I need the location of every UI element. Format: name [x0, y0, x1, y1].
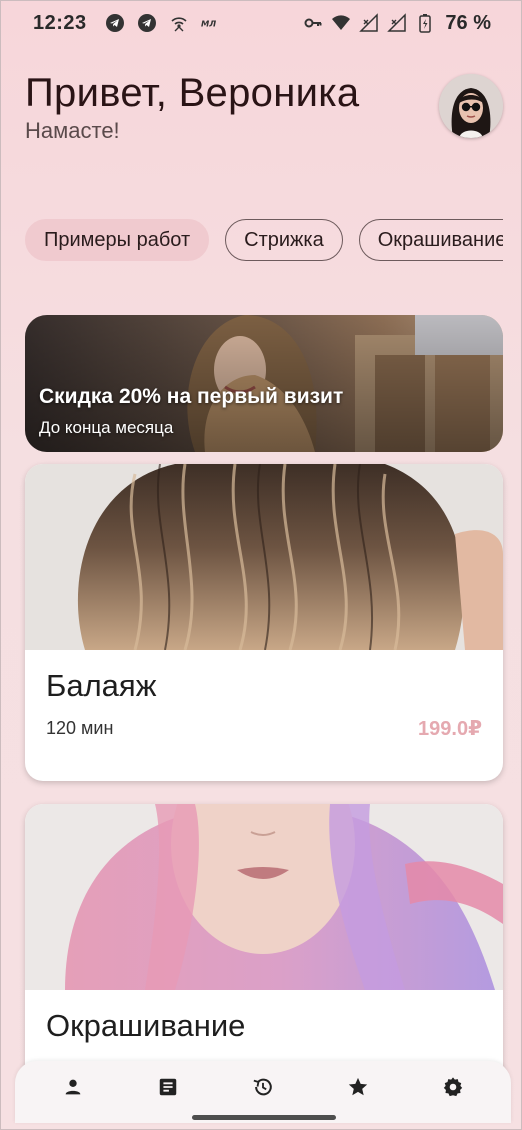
greeting-title: Привет, Вероника: [25, 71, 360, 115]
service-card[interactable]: Балаяж 120 мин 199.0₽: [25, 464, 503, 781]
document-icon: [159, 1078, 177, 1096]
nav-history[interactable]: [239, 1063, 287, 1111]
wifi-icon: [332, 15, 351, 30]
service-duration: 120 мин: [46, 718, 114, 738]
promo-banner[interactable]: Скидка 20% на первый визит До конца меся…: [25, 315, 503, 452]
promo-title: Скидка 20% на первый визит: [39, 385, 344, 408]
nav-profile[interactable]: [49, 1063, 97, 1111]
battery-icon: [419, 14, 432, 33]
wifi-hotspot-icon: [171, 17, 187, 32]
service-title: Окрашивание: [46, 1008, 246, 1043]
status-time: 12:23: [33, 11, 87, 34]
history-icon: [253, 1078, 272, 1096]
mts-icon: МЛ: [201, 18, 216, 28]
nav-settings[interactable]: [429, 1063, 477, 1111]
promo-subtitle: До конца месяца: [39, 418, 174, 437]
star-icon: [348, 1077, 368, 1096]
key-icon: [304, 18, 322, 28]
nav-documents[interactable]: [144, 1063, 192, 1111]
chip-examples[interactable]: Примеры работ: [25, 219, 210, 261]
gesture-bar[interactable]: [192, 1115, 336, 1120]
battery-percent: 76 %: [445, 11, 491, 34]
service-image-coloring: [25, 804, 503, 990]
chip-coloring[interactable]: Окрашивание: [358, 219, 503, 261]
service-card[interactable]: Окрашивание: [25, 804, 503, 1094]
chip-haircut[interactable]: Стрижка: [225, 219, 343, 261]
service-price: 199.0₽: [418, 718, 482, 740]
telegram-icon: [137, 14, 156, 32]
service-image-balayage: [25, 464, 503, 650]
greeting-subtitle: Намасте!: [25, 118, 120, 143]
bottom-navigation: [15, 1061, 511, 1123]
telegram-icon: [105, 14, 124, 32]
service-title: Балаяж: [46, 668, 157, 703]
avatar[interactable]: [439, 74, 503, 138]
status-bar: 12:23 МЛ 76 %: [1, 1, 521, 45]
svg-text:МЛ: МЛ: [201, 18, 216, 28]
avatar-image: [439, 74, 503, 138]
settings-icon: [444, 1077, 463, 1097]
signal-icon: [387, 13, 407, 32]
signal-icon: [359, 13, 379, 32]
category-chips: Примеры работ Стрижка Окрашивание: [25, 219, 503, 263]
person-icon: [65, 1079, 80, 1095]
nav-favorites[interactable]: [334, 1063, 382, 1111]
